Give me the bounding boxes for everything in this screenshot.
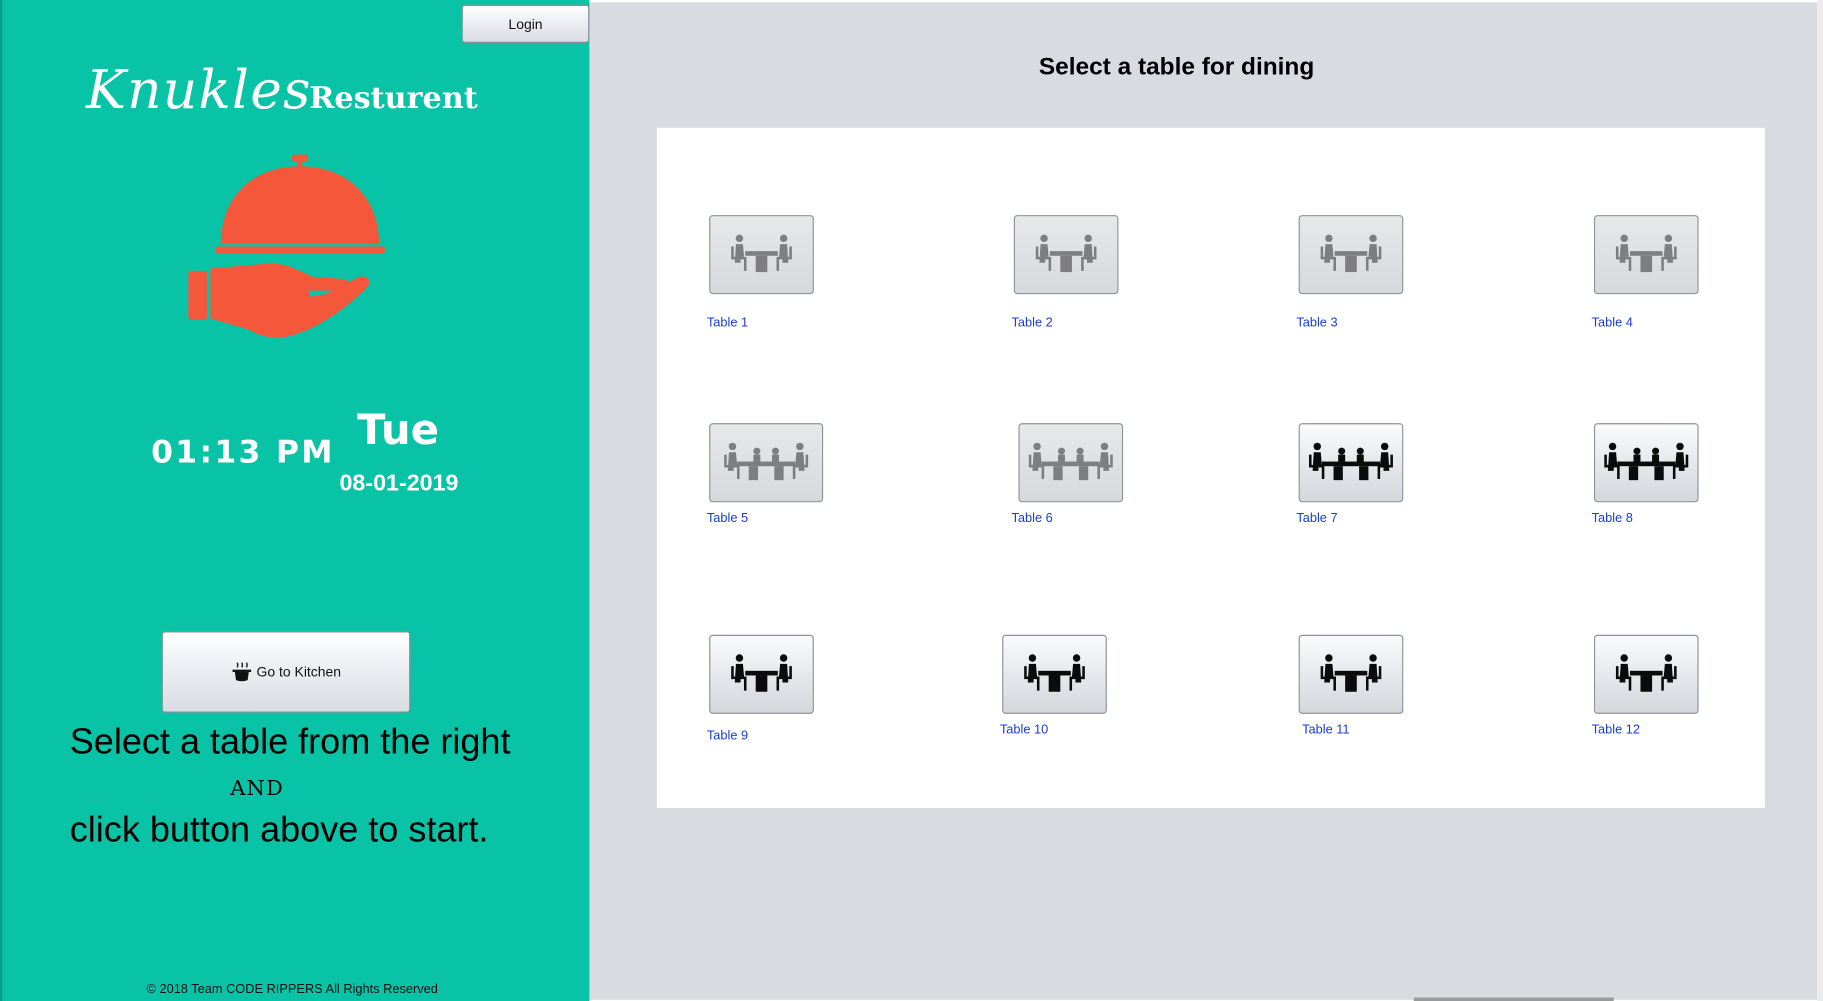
table-label-10[interactable]: Table 10 [1000,723,1048,737]
table-label-3[interactable]: Table 3 [1296,316,1337,330]
dining-table-icon [1615,654,1677,692]
table-label-8[interactable]: Table 8 [1592,512,1633,526]
brand-script-name: Knukles [86,58,312,121]
table-label-7[interactable]: Table 7 [1296,512,1337,526]
table-label-9[interactable]: Table 9 [707,729,748,743]
login-button[interactable]: Login [461,4,590,44]
current-date: 08-01-2019 [339,470,459,497]
table-grid-panel: Table 1 Table 2 Table 3 Table 4 Table 5 Table… [656,127,1765,809]
table-label-4[interactable]: Table 4 [1592,316,1633,330]
go-to-kitchen-label: Go to Kitchen [256,663,342,681]
dining-table-icon [731,654,792,692]
table-button-6[interactable] [1018,423,1124,503]
table-button-2[interactable] [1013,215,1119,295]
dining-table-icon [1604,442,1689,481]
table-button-1[interactable] [709,215,814,295]
table-button-11[interactable] [1298,634,1404,714]
page-title: Select a table for dining [1038,53,1315,81]
dining-table-icon [1035,234,1097,273]
clock-time: 01:13 PM [151,434,335,471]
cloche-on-hand-icon [188,154,385,338]
table-button-5[interactable] [709,423,824,503]
table-label-5[interactable]: Table 5 [707,512,748,526]
horizontal-scrollbar[interactable] [1413,997,1614,1001]
table-button-3[interactable] [1298,215,1404,295]
table-button-7[interactable] [1298,423,1404,503]
dining-table-icon [1320,234,1382,273]
day-of-week: Tue [356,406,440,455]
window-edge [1817,0,1823,1001]
instruction-line-1: Select a table from the right [69,720,511,762]
go-to-kitchen-button[interactable]: Go to Kitchen [161,631,411,713]
dining-table-icon [1615,234,1677,273]
dining-table-icon [724,442,809,481]
instruction-and: AND [230,776,284,802]
cooking-pot-icon [232,662,251,682]
instruction-line-2: click button above to start. [69,809,489,850]
table-button-12[interactable] [1593,634,1699,714]
sidebar: Login Knukles Resturent 01:13 PM Tue 08-… [0,0,590,1001]
table-label-2[interactable]: Table 2 [1011,316,1052,330]
dining-table-icon [731,234,792,273]
table-label-6[interactable]: Table 6 [1011,512,1052,526]
table-label-12[interactable]: Table 12 [1592,723,1640,737]
dining-table-icon [1320,654,1382,692]
dining-table-icon [1024,654,1085,692]
table-label-11[interactable]: Table 11 [1302,723,1349,737]
table-button-10[interactable] [1002,634,1107,714]
dining-table-icon [1028,442,1113,481]
dining-table-icon [1309,442,1393,481]
copyright-footer: © 2018 Team CODE RIPPERS All Rights Rese… [146,982,438,997]
table-button-8[interactable] [1593,423,1699,503]
table-button-9[interactable] [709,634,814,714]
table-label-1[interactable]: Table 1 [707,316,748,330]
brand-word: Resturent [309,81,478,117]
table-button-4[interactable] [1593,215,1699,295]
